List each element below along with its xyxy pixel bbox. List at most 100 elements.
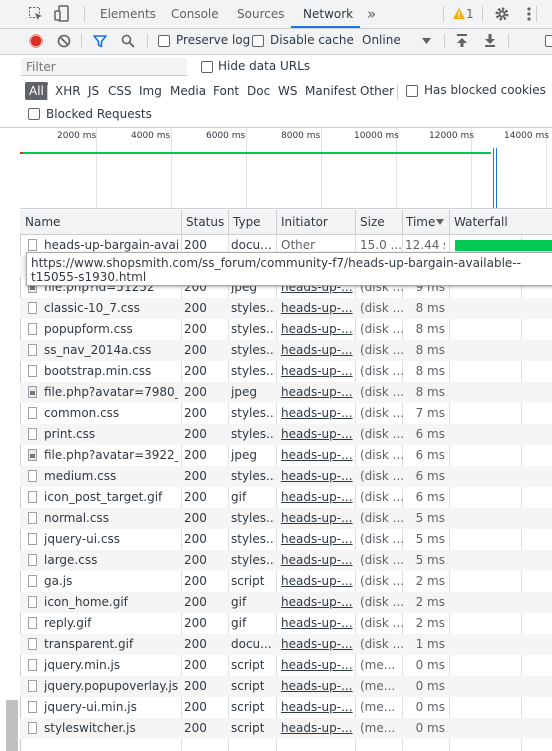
table-row[interactable]: bootstrap.min.css 200 styles... heads-up-..…: [20, 361, 552, 382]
filter-input[interactable]: [21, 58, 187, 76]
table-row[interactable]: ga.js 200 script heads-up-... (disk ... 2 ms: [20, 571, 552, 592]
filter-type-img[interactable]: Img: [139, 84, 162, 98]
column-header-waterfall[interactable]: Waterfall: [454, 210, 508, 234]
request-initiator[interactable]: heads-up-...: [281, 424, 353, 445]
request-name: transparent.gif: [44, 637, 134, 651]
table-row[interactable]: file.php?avatar=7980_1... 200 jpeg heads-up…: [20, 382, 552, 403]
tab-network[interactable]: Network: [303, 0, 353, 28]
filter-icon[interactable]: [93, 34, 107, 48]
export-har-icon[interactable]: [483, 33, 497, 48]
request-name: jquery.min.js: [44, 658, 121, 672]
throttling-select[interactable]: Online: [362, 33, 401, 47]
request-initiator[interactable]: heads-up-...: [281, 529, 353, 550]
request-initiator[interactable]: heads-up-...: [281, 655, 353, 676]
filter-type-xhr[interactable]: XHR: [55, 84, 81, 98]
request-initiator[interactable]: heads-up-...: [281, 571, 353, 592]
request-initiator[interactable]: heads-up-...: [281, 634, 353, 655]
document-file-icon: [28, 365, 37, 377]
table-row[interactable]: jquery.popupoverlay.js 200 script heads-up-…: [20, 676, 552, 697]
request-initiator[interactable]: heads-up-...: [281, 508, 353, 529]
table-row[interactable]: icon_home.gif 200 gif heads-up-... (disk ...…: [20, 592, 552, 613]
toolbar-overflow-checkbox[interactable]: [545, 35, 552, 47]
filter-type-other[interactable]: Other: [360, 84, 394, 98]
warning-icon[interactable]: [452, 7, 466, 20]
table-row[interactable]: normal.css 200 styles... heads-up-... (disk …: [20, 508, 552, 529]
filter-type-js[interactable]: JS: [88, 84, 99, 98]
inspect-element-icon[interactable]: [28, 6, 44, 22]
table-row[interactable]: classic-10_7.css 200 styles... heads-up-...…: [20, 298, 552, 319]
filter-type-doc[interactable]: Doc: [247, 84, 270, 98]
column-header-time[interactable]: Time: [406, 210, 435, 234]
table-row[interactable]: reply.gif 200 gif heads-up-... (disk ... 2 ms: [20, 613, 552, 634]
column-header-name[interactable]: Name: [25, 210, 60, 234]
request-initiator[interactable]: heads-up-...: [281, 676, 353, 697]
import-har-icon[interactable]: [455, 33, 469, 48]
chevron-down-icon[interactable]: [422, 38, 431, 44]
table-row[interactable]: large.css 200 styles... heads-up-... (disk .…: [20, 550, 552, 571]
filter-type-ws[interactable]: WS: [278, 84, 297, 98]
filter-type-media[interactable]: Media: [170, 84, 206, 98]
tab-console[interactable]: Console: [171, 0, 219, 28]
device-toolbar-icon[interactable]: [54, 5, 70, 23]
request-initiator[interactable]: heads-up-...: [281, 592, 353, 613]
table-row[interactable]: print.css 200 styles... heads-up-... (disk .…: [20, 424, 552, 445]
scrollbar-thumb[interactable]: [6, 700, 18, 751]
record-icon[interactable]: [29, 34, 43, 48]
table-row[interactable]: ss_nav_2014a.css 200 styles... heads-up-...…: [20, 340, 552, 361]
filter-type-font[interactable]: Font: [213, 84, 239, 98]
request-initiator[interactable]: heads-up-...: [281, 340, 353, 361]
hide-data-urls-checkbox[interactable]: [201, 61, 213, 73]
request-time: 5 ms: [415, 511, 445, 525]
table-row[interactable]: popupform.css 200 styles... heads-up-... (di…: [20, 319, 552, 340]
request-initiator[interactable]: heads-up-...: [281, 361, 353, 382]
has-blocked-cookies-checkbox[interactable]: [406, 85, 418, 97]
column-header-initiator[interactable]: Initiator: [281, 210, 328, 234]
search-icon[interactable]: [121, 34, 135, 48]
column-header-type[interactable]: Type: [233, 210, 261, 234]
more-options-icon[interactable]: [526, 6, 532, 22]
more-tabs-button[interactable]: »: [367, 0, 376, 28]
request-initiator[interactable]: heads-up-...: [281, 298, 353, 319]
request-status: 200: [184, 301, 207, 315]
request-size: (disk ...: [360, 448, 405, 462]
table-row[interactable]: jquery.min.js 200 script heads-up-... (me...…: [20, 655, 552, 676]
tab-elements[interactable]: Elements: [100, 0, 156, 28]
filter-type-css[interactable]: CSS: [108, 84, 132, 98]
request-initiator[interactable]: heads-up-...: [281, 697, 353, 718]
column-header-size[interactable]: Size: [360, 210, 385, 234]
request-time: 6 ms: [415, 427, 445, 441]
preserve-log-checkbox[interactable]: [158, 35, 170, 47]
request-initiator[interactable]: heads-up-...: [281, 487, 353, 508]
request-initiator[interactable]: heads-up-...: [281, 718, 353, 739]
table-row[interactable]: jquery-ui.css 200 styles... heads-up-... (di…: [20, 529, 552, 550]
table-row[interactable]: medium.css 200 styles... heads-up-... (disk …: [20, 466, 552, 487]
clear-icon[interactable]: [57, 34, 71, 48]
request-initiator[interactable]: heads-up-...: [281, 613, 353, 634]
request-initiator[interactable]: heads-up-...: [281, 319, 353, 340]
filter-bar: Hide data URLs All XHR JS CSS Img Media …: [0, 55, 552, 128]
table-row[interactable]: transparent.gif 200 docu... heads-up-... (di…: [20, 634, 552, 655]
filter-type-manifest[interactable]: Manifest: [305, 84, 356, 98]
request-initiator[interactable]: heads-up-...: [281, 382, 353, 403]
settings-gear-icon[interactable]: [494, 6, 510, 22]
column-header-status[interactable]: Status: [186, 210, 224, 234]
request-name: ga.js: [44, 574, 73, 588]
table-row[interactable]: common.css 200 styles... heads-up-... (disk …: [20, 403, 552, 424]
filter-type-all[interactable]: All: [25, 82, 48, 100]
network-overview[interactable]: 2000 ms 4000 ms 6000 ms 8000 ms 10000 ms…: [20, 128, 552, 209]
request-initiator[interactable]: heads-up-...: [281, 403, 353, 424]
request-type: styles...: [231, 469, 275, 483]
blocked-requests-checkbox[interactable]: [28, 108, 40, 120]
table-row[interactable]: file.php?avatar=3922_1... 200 jpeg heads-up…: [20, 445, 552, 466]
request-size: (disk ...: [360, 406, 405, 420]
table-row[interactable]: jquery-ui.min.js 200 script heads-up-... (me…: [20, 697, 552, 718]
table-row[interactable]: icon_post_target.gif 200 gif heads-up-... (d…: [20, 487, 552, 508]
tab-sources[interactable]: Sources: [237, 0, 284, 28]
request-initiator[interactable]: heads-up-...: [281, 445, 353, 466]
request-initiator[interactable]: heads-up-...: [281, 466, 353, 487]
tick-label: 12000 ms: [429, 131, 474, 141]
table-row[interactable]: styleswitcher.js 200 script heads-up-... (me…: [20, 718, 552, 739]
disable-cache-checkbox[interactable]: [252, 35, 264, 47]
request-initiator[interactable]: heads-up-...: [281, 550, 353, 571]
request-time: 0 ms: [415, 700, 445, 714]
